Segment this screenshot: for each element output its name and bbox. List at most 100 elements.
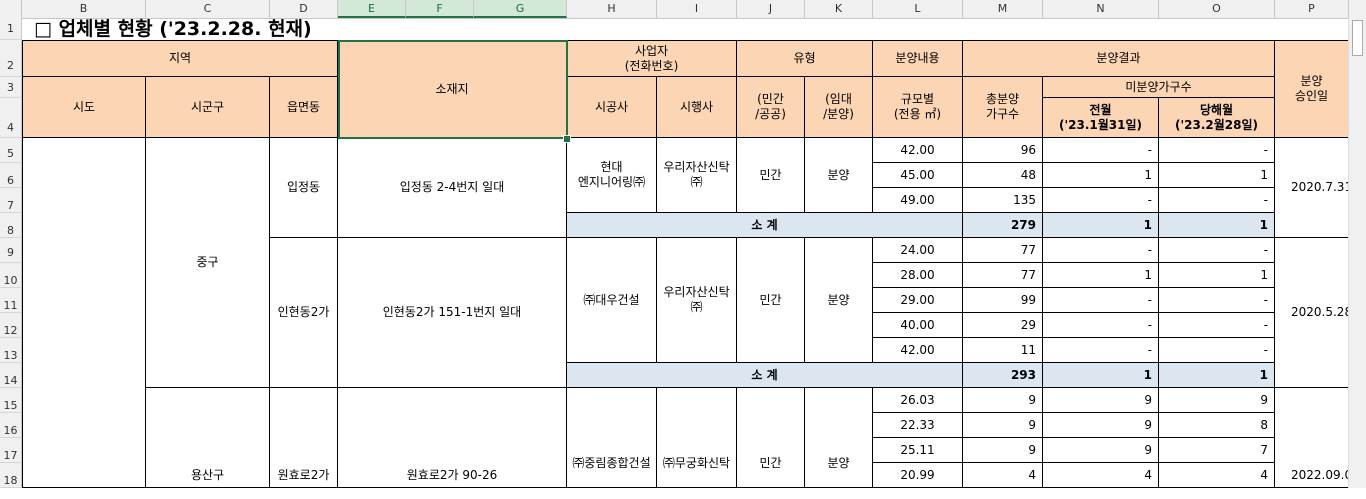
cell-prev[interactable]: - [1043, 338, 1159, 363]
cell-public-private[interactable]: 민간 [737, 388, 805, 488]
cell-prev[interactable]: - [1043, 138, 1159, 163]
cell-prev[interactable]: - [1043, 313, 1159, 338]
cell-curr[interactable]: 1 [1159, 163, 1275, 188]
cell-builder[interactable]: ㈜중림종합건설 [567, 388, 657, 488]
cell-curr[interactable]: 4 [1159, 463, 1275, 488]
cell-total[interactable]: 135 [963, 188, 1043, 213]
cell-subtotal-prev[interactable]: 1 [1043, 213, 1159, 238]
fill-handle[interactable] [563, 135, 571, 143]
cell-subtotal-curr[interactable]: 1 [1159, 213, 1275, 238]
header-sido[interactable]: 시도 [22, 77, 146, 138]
column-header-e[interactable]: E [338, 0, 406, 18]
header-type-public[interactable]: (민간 /공공) [737, 77, 805, 138]
cell-curr[interactable]: - [1159, 238, 1275, 263]
cell-prev[interactable]: 9 [1043, 438, 1159, 463]
cell-size[interactable]: 49.00 [873, 188, 963, 213]
header-company[interactable]: 사업자 (전화번호) [567, 40, 737, 77]
row-header-16[interactable]: 16 [0, 413, 22, 438]
scrollbar-thumb[interactable] [1352, 20, 1363, 56]
cell-dong[interactable]: 원효로2가 [270, 388, 338, 488]
cell-curr[interactable]: 1 [1159, 263, 1275, 288]
cell-approval[interactable]: 2020.7.31. [1275, 138, 1356, 238]
cell-developer[interactable]: ㈜무궁화신탁 [657, 388, 737, 488]
cell-curr[interactable]: - [1159, 288, 1275, 313]
row-header-8[interactable]: 8 [0, 213, 22, 238]
cell-prev[interactable]: 1 [1043, 263, 1159, 288]
cell-size[interactable]: 40.00 [873, 313, 963, 338]
cell-public-private[interactable]: 민간 [737, 238, 805, 363]
row-header-13[interactable]: 13 [0, 338, 22, 363]
select-all-corner[interactable] [0, 0, 22, 18]
header-total[interactable]: 총분양 가구수 [963, 77, 1043, 138]
cell-size[interactable]: 24.00 [873, 238, 963, 263]
header-eupmyeondong[interactable]: 읍면동 [270, 77, 338, 138]
cell-approval[interactable]: 2020.5.28. [1275, 238, 1356, 388]
cell-rent-sale[interactable]: 분양 [805, 238, 873, 363]
column-header-l[interactable]: L [873, 0, 963, 18]
cell-total[interactable]: 9 [963, 388, 1043, 413]
cell-total[interactable]: 4 [963, 463, 1043, 488]
cell-prev[interactable]: - [1043, 288, 1159, 313]
column-header-i[interactable]: I [657, 0, 737, 18]
row-header-7[interactable]: 7 [0, 188, 22, 213]
cell-public-private[interactable]: 민간 [737, 138, 805, 213]
row-header-9[interactable]: 9 [0, 238, 22, 263]
cell-total[interactable]: 29 [963, 313, 1043, 338]
row-header-14[interactable]: 14 [0, 363, 22, 388]
cell-dong[interactable]: 입정동 [270, 138, 338, 238]
header-builder[interactable]: 시공사 [567, 77, 657, 138]
row-header-3[interactable]: 3 [0, 77, 22, 98]
header-approval-date[interactable]: 분양 승인일 [1275, 40, 1349, 138]
cell-curr[interactable]: - [1159, 338, 1275, 363]
cell-size[interactable]: 26.03 [873, 388, 963, 413]
cell-prev[interactable]: 4 [1043, 463, 1159, 488]
cell-approval[interactable]: 2022.09.06 [1275, 388, 1360, 488]
column-header-o[interactable]: O [1159, 0, 1275, 18]
header-region[interactable]: 지역 [22, 40, 338, 77]
header-sale-content[interactable]: 분양내용 [873, 40, 963, 77]
cell-total[interactable]: 96 [963, 138, 1043, 163]
column-header-k[interactable]: K [805, 0, 873, 18]
cell-size[interactable]: 45.00 [873, 163, 963, 188]
cell-prev[interactable]: - [1043, 188, 1159, 213]
cell-size[interactable]: 29.00 [873, 288, 963, 313]
cell-subtotal-curr[interactable]: 1 [1159, 363, 1275, 388]
cell-rent-sale[interactable]: 분양 [805, 388, 873, 488]
cell-subtotal-total[interactable]: 279 [963, 213, 1043, 238]
row-header-1[interactable]: 1 [0, 18, 22, 40]
cell-total[interactable]: 77 [963, 263, 1043, 288]
header-size[interactable]: 규모별 (전용 ㎡) [873, 77, 963, 138]
row-header-12[interactable]: 12 [0, 313, 22, 338]
cell-prev[interactable]: 9 [1043, 413, 1159, 438]
cell-rent-sale[interactable]: 분양 [805, 138, 873, 213]
cell-prev[interactable]: 9 [1043, 388, 1159, 413]
cell-builder[interactable]: 현대 엔지니어링㈜ [567, 138, 657, 213]
cell-address[interactable]: 원효로2가 90-26 [338, 388, 567, 488]
header-type-sale[interactable]: (임대 /분양) [805, 77, 873, 138]
column-header-h[interactable]: H [567, 0, 657, 18]
cell-builder[interactable]: ㈜대우건설 [567, 238, 657, 363]
column-header-c[interactable]: C [146, 0, 270, 18]
cell-subtotal-prev[interactable]: 1 [1043, 363, 1159, 388]
header-type[interactable]: 유형 [737, 40, 873, 77]
column-header-g[interactable]: G [474, 0, 567, 18]
row-header-18[interactable]: 18 [0, 463, 22, 488]
cell-total[interactable]: 9 [963, 438, 1043, 463]
cell-curr[interactable]: 8 [1159, 413, 1275, 438]
column-header-n[interactable]: N [1043, 0, 1159, 18]
cell-developer[interactable]: 우리자산신탁 ㈜ [657, 238, 737, 363]
column-header-d[interactable]: D [270, 0, 338, 18]
cell-size[interactable]: 22.33 [873, 413, 963, 438]
row-header-5[interactable]: 5 [0, 138, 22, 163]
column-header-p[interactable]: P [1275, 0, 1349, 18]
row-header-17[interactable]: 17 [0, 438, 22, 463]
cell-district[interactable]: 용산구 [146, 388, 270, 488]
header-sigungu[interactable]: 시군구 [146, 77, 270, 138]
sheet-title[interactable]: □ 업체별 현황 ('23.2.28. 현재) [34, 18, 312, 40]
column-header-b[interactable]: B [22, 0, 146, 18]
header-result[interactable]: 분양결과 [963, 40, 1275, 77]
column-header-f[interactable]: F [406, 0, 474, 18]
cell-size[interactable]: 20.99 [873, 463, 963, 488]
cell-district[interactable]: 중구 [146, 138, 270, 388]
cell-total[interactable]: 77 [963, 238, 1043, 263]
